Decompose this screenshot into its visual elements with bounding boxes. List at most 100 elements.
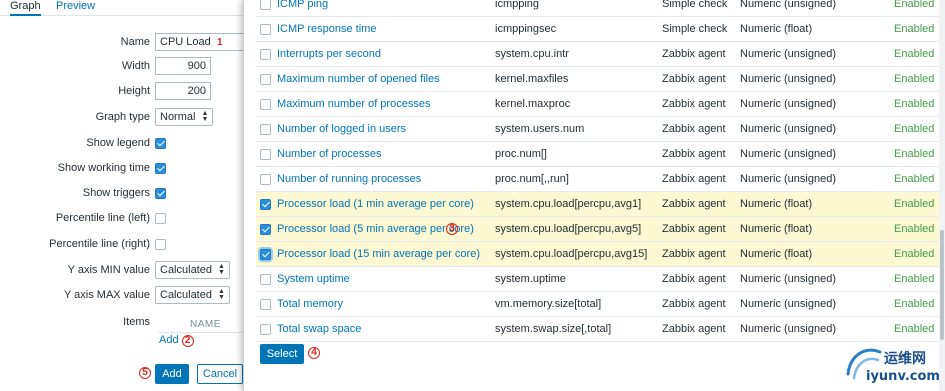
row-checkbox[interactable] bbox=[260, 49, 271, 60]
popup-scroll-thumb[interactable] bbox=[940, 230, 944, 340]
percentile-left-checkbox[interactable] bbox=[155, 213, 166, 224]
name-input[interactable]: CPU Load 1 bbox=[155, 33, 245, 51]
row-checkbox[interactable] bbox=[260, 324, 271, 335]
item-status: Enabled bbox=[894, 248, 935, 260]
item-type: Zabbix agent bbox=[662, 123, 726, 135]
percentile-right-checkbox[interactable] bbox=[155, 239, 166, 250]
show-triggers-checkbox[interactable] bbox=[155, 188, 166, 199]
tab-graph[interactable]: Graph bbox=[10, 0, 41, 16]
y-min-label: Y axis MIN value bbox=[67, 264, 150, 276]
height-input[interactable]: 200 bbox=[155, 82, 211, 100]
name-label: Name bbox=[120, 36, 150, 48]
table-row: Maximum number of opened files kernel.max… bbox=[256, 67, 945, 92]
item-status: Enabled bbox=[894, 48, 935, 60]
item-type: Zabbix agent bbox=[662, 298, 726, 310]
item-status: Enabled bbox=[894, 198, 935, 210]
width-label: Width bbox=[121, 60, 150, 72]
item-name-link[interactable]: Processor load (5 min average per core) bbox=[277, 223, 474, 235]
show-working-time-label: Show working time bbox=[57, 162, 150, 174]
select-arrows-icon: ▲ ▼ bbox=[201, 110, 209, 123]
marker-3: 3 bbox=[446, 223, 458, 235]
item-type: Zabbix agent bbox=[662, 98, 726, 110]
tab-preview[interactable]: Preview bbox=[56, 0, 95, 12]
y-min-value: Calculated bbox=[160, 264, 212, 276]
graph-type-select[interactable]: Normal ▲ ▼ bbox=[155, 108, 214, 126]
item-key: vm.memory.size[total] bbox=[495, 298, 602, 310]
item-status: Enabled bbox=[894, 23, 935, 35]
watermark-text: 运维网 bbox=[884, 351, 926, 367]
width-input[interactable]: 900 bbox=[155, 57, 211, 75]
table-row: Number of running processes proc.num[,,ru… bbox=[256, 167, 945, 192]
item-name-link[interactable]: Number of running processes bbox=[277, 173, 421, 185]
item-name-link[interactable]: Maximum number of opened files bbox=[277, 73, 440, 85]
item-type: Zabbix agent bbox=[662, 223, 726, 235]
item-type: Zabbix agent bbox=[662, 323, 726, 335]
marker-4: 4 bbox=[308, 347, 320, 359]
item-key: system.cpu.load[percpu,avg1] bbox=[495, 198, 642, 210]
watermark-url: iyunv.com bbox=[866, 369, 940, 384]
item-value-type: Numeric (unsigned) bbox=[740, 273, 836, 285]
add-button[interactable]: Add bbox=[155, 364, 189, 384]
row-checkbox[interactable] bbox=[260, 124, 271, 135]
item-name-link[interactable]: Number of processes bbox=[277, 148, 382, 160]
items-divider bbox=[158, 332, 250, 333]
item-name-link[interactable]: ICMP response time bbox=[277, 23, 376, 35]
item-key: icmpping bbox=[495, 0, 540, 10]
item-status: Enabled bbox=[894, 148, 935, 160]
name-value: CPU Load bbox=[160, 36, 211, 48]
row-checkbox[interactable] bbox=[260, 174, 271, 185]
item-key: icmppingsec bbox=[495, 23, 557, 35]
item-name-link[interactable]: Total memory bbox=[277, 298, 343, 310]
name-row: Name CPU Load 1 bbox=[0, 33, 250, 53]
row-checkbox[interactable] bbox=[260, 274, 271, 285]
percentile-right-row: Percentile line (right) bbox=[0, 235, 250, 255]
item-key: system.cpu.load[percpu,avg15] bbox=[495, 248, 648, 260]
item-name-link[interactable]: ICMP ping bbox=[277, 0, 328, 10]
item-name-link[interactable]: Total swap space bbox=[277, 323, 361, 335]
item-name-link[interactable]: Interrupts per second bbox=[277, 48, 381, 60]
cancel-button[interactable]: Cancel bbox=[197, 364, 243, 384]
y-min-select[interactable]: Calculated ▲ ▼ bbox=[155, 261, 230, 279]
row-checkbox[interactable] bbox=[260, 99, 271, 110]
row-checkbox[interactable] bbox=[260, 224, 271, 235]
show-legend-checkbox[interactable] bbox=[155, 138, 166, 149]
popup-scrollbar[interactable] bbox=[939, 0, 945, 391]
show-legend-row: Show legend bbox=[0, 134, 250, 154]
item-value-type: Numeric (float) bbox=[740, 23, 813, 35]
item-value-type: Numeric (unsigned) bbox=[740, 98, 836, 110]
item-name-link[interactable]: Processor load (1 min average per core) bbox=[277, 198, 474, 210]
item-status: Enabled bbox=[894, 123, 935, 135]
item-key: proc.num[,,run] bbox=[495, 173, 569, 185]
select-arrows-icon: ▲ ▼ bbox=[217, 288, 225, 301]
marker-2: 2 bbox=[181, 335, 194, 347]
item-type: Zabbix agent bbox=[662, 48, 726, 60]
item-name-link[interactable]: Processor load (15 min average per core) bbox=[277, 248, 480, 260]
item-name-link[interactable]: Number of logged in users bbox=[277, 123, 406, 135]
row-checkbox[interactable] bbox=[260, 74, 271, 85]
row-checkbox[interactable] bbox=[260, 199, 271, 210]
row-checkbox[interactable] bbox=[260, 249, 271, 260]
table-row: Number of logged in users system.users.nu… bbox=[256, 117, 945, 142]
item-value-type: Numeric (float) bbox=[740, 198, 813, 210]
y-max-select[interactable]: Calculated ▲ ▼ bbox=[155, 286, 230, 304]
table-row: Processor load (1 min average per core) s… bbox=[256, 192, 945, 217]
item-status: Enabled bbox=[894, 273, 935, 285]
row-checkbox[interactable] bbox=[260, 299, 271, 310]
item-status: Enabled bbox=[894, 98, 935, 110]
row-checkbox[interactable] bbox=[260, 149, 271, 160]
percentile-left-label: Percentile line (left) bbox=[55, 212, 150, 224]
height-label: Height bbox=[118, 85, 150, 97]
item-key: kernel.maxfiles bbox=[495, 73, 569, 85]
y-max-value: Calculated bbox=[160, 289, 212, 301]
item-value-type: Numeric (unsigned) bbox=[740, 123, 836, 135]
item-name-link[interactable]: System uptime bbox=[277, 273, 350, 285]
select-button[interactable]: Select bbox=[260, 344, 304, 364]
item-type: Simple check bbox=[662, 0, 728, 10]
item-type: Zabbix agent bbox=[662, 198, 726, 210]
add-item-link[interactable]: Add 2 bbox=[159, 334, 194, 347]
show-working-time-checkbox[interactable] bbox=[155, 163, 166, 174]
row-checkbox[interactable] bbox=[260, 24, 271, 35]
watermark: 运维网 iyunv.com bbox=[840, 342, 945, 391]
row-checkbox[interactable] bbox=[260, 0, 271, 10]
item-name-link[interactable]: Maximum number of processes bbox=[277, 98, 430, 110]
